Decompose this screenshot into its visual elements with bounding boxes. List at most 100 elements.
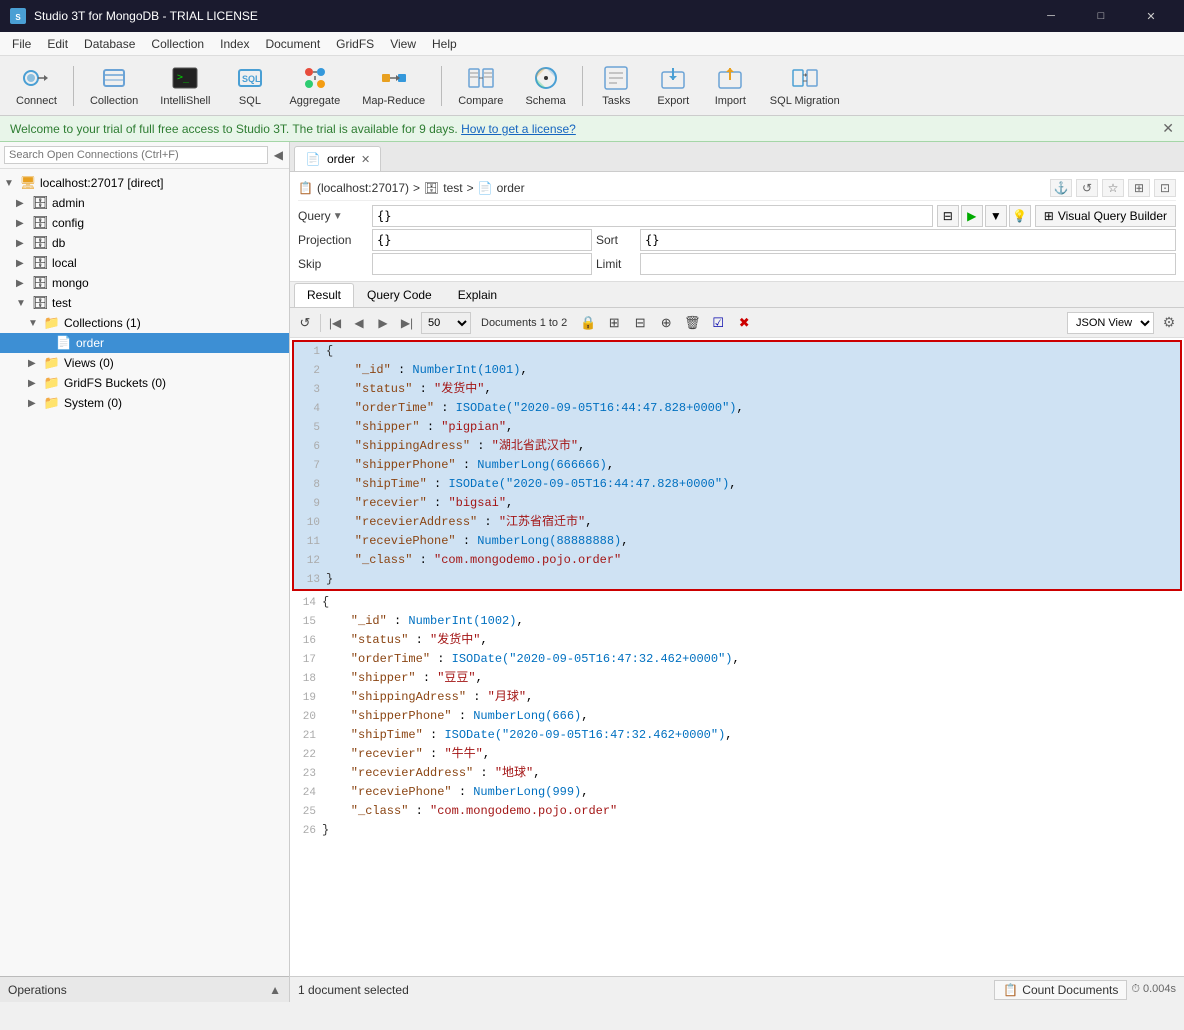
menu-help[interactable]: Help <box>424 32 465 55</box>
query-run-dropdown[interactable]: ▼ <box>985 205 1007 227</box>
tab-collection-icon: 📄 <box>305 151 321 167</box>
sidebar-item-localhost[interactable]: ▼ 🖥 localhost:27017 [direct] <box>0 173 289 193</box>
aggregate-button[interactable]: Aggregate <box>279 59 350 113</box>
projection-sort-row: Projection Sort <box>298 229 1176 251</box>
limit-label: Limit <box>596 257 636 271</box>
doc-line: 20 "shipperPhone" : NumberLong(666), <box>290 707 1184 726</box>
minimize-button[interactable]: ─ <box>1028 0 1074 32</box>
menu-edit[interactable]: Edit <box>39 32 76 55</box>
toolbar-sep-1 <box>73 66 74 106</box>
intellishell-button[interactable]: >_ IntelliShell <box>150 59 220 113</box>
close-button[interactable]: ✕ <box>1128 0 1174 32</box>
schema-button[interactable]: Schema <box>515 59 575 113</box>
compare-button[interactable]: Compare <box>448 59 513 113</box>
tab-explain[interactable]: Explain <box>445 283 510 307</box>
connect-button[interactable]: Connect <box>6 59 67 113</box>
mapreduce-button[interactable]: Map-Reduce <box>352 59 435 113</box>
trial-link[interactable]: How to get a license? <box>461 122 576 136</box>
query-actions: ⊟ ▶ ▼ 💡 <box>937 205 1031 227</box>
prev-page-button[interactable]: ◀ <box>349 312 369 334</box>
status-message: 1 document selected <box>298 983 986 997</box>
projection-input[interactable] <box>372 229 592 251</box>
maximize-button[interactable]: □ <box>1078 0 1124 32</box>
tasks-button[interactable]: Tasks <box>589 59 644 113</box>
query-input[interactable] <box>372 205 933 227</box>
query-dropdown-arrow[interactable]: ▼ <box>333 211 343 222</box>
import-button[interactable]: Import <box>703 59 758 113</box>
add-button[interactable]: ⊕ <box>655 312 677 334</box>
anchor-button[interactable]: ⚓ <box>1050 179 1072 197</box>
copy-button[interactable]: ⊞ <box>603 312 625 334</box>
trial-close-button[interactable]: ✕ <box>1162 120 1174 137</box>
breadcrumb-btn1[interactable]: ↺ <box>1076 179 1098 197</box>
sql-label: SQL <box>239 95 261 107</box>
sidebar-item-db[interactable]: ▶ 🗄 db <box>0 233 289 253</box>
settings-button[interactable]: ⚙ <box>1158 312 1180 334</box>
tab-order[interactable]: 📄 order ✕ <box>294 146 381 171</box>
skip-input[interactable] <box>372 253 592 275</box>
document-1-selected[interactable]: 1{ 2 "_id" : NumberInt(1001), 3 "status"… <box>292 340 1182 591</box>
trial-message: Welcome to your trial of full free acces… <box>10 122 576 136</box>
sidebar-item-test[interactable]: ▼ 🗄 test <box>0 293 289 313</box>
refresh-button[interactable]: ↺ <box>294 312 316 334</box>
visual-query-builder-button[interactable]: ⊞ Visual Query Builder <box>1035 205 1176 227</box>
menu-view[interactable]: View <box>382 32 424 55</box>
operations-toggle[interactable]: ▲ <box>269 983 281 997</box>
close-view-button[interactable]: ✖ <box>733 312 755 334</box>
paste-button[interactable]: ⊟ <box>629 312 651 334</box>
sidebar: ◀ ▼ 🖥 localhost:27017 [direct] ▶ 🗄 admin… <box>0 142 290 1002</box>
menu-database[interactable]: Database <box>76 32 143 55</box>
query-hint-button[interactable]: 💡 <box>1009 205 1031 227</box>
tab-query-code[interactable]: Query Code <box>354 283 445 307</box>
export-button[interactable]: Export <box>646 59 701 113</box>
menu-file[interactable]: File <box>4 32 39 55</box>
breadcrumb-btn4[interactable]: ⊡ <box>1154 179 1176 197</box>
collection-button[interactable]: Collection <box>80 59 148 113</box>
test-label: test <box>52 296 71 310</box>
sqlmigration-button[interactable]: SQL Migration <box>760 59 850 113</box>
skip-limit-row: Skip Limit <box>298 253 1176 275</box>
check-button[interactable]: ☑ <box>707 312 729 334</box>
sidebar-item-order[interactable]: 📄 order <box>0 333 289 353</box>
menu-index[interactable]: Index <box>212 32 257 55</box>
lock-button[interactable]: 🔒 <box>577 312 599 334</box>
sidebar-collapse-button[interactable]: ◀ <box>272 146 285 164</box>
tab-result[interactable]: Result <box>294 283 354 307</box>
sidebar-item-admin[interactable]: ▶ 🗄 admin <box>0 193 289 213</box>
next-page-button[interactable]: ▶ <box>373 312 393 334</box>
sidebar-item-system[interactable]: ▶ 📁 System (0) <box>0 393 289 413</box>
menu-gridfs[interactable]: GridFS <box>328 32 382 55</box>
sidebar-item-views[interactable]: ▶ 📁 Views (0) <box>0 353 289 373</box>
search-box: ◀ <box>0 142 289 169</box>
breadcrumb-btn3[interactable]: ⊞ <box>1128 179 1150 197</box>
sidebar-item-local[interactable]: ▶ 🗄 local <box>0 253 289 273</box>
sidebar-item-config[interactable]: ▶ 🗄 config <box>0 213 289 233</box>
search-input[interactable] <box>4 146 268 164</box>
page-size-select[interactable]: 50 100 200 <box>421 312 471 334</box>
first-page-button[interactable]: |◀ <box>325 312 345 334</box>
tasks-label: Tasks <box>602 95 630 107</box>
tab-close-button[interactable]: ✕ <box>361 153 370 166</box>
limit-input[interactable] <box>640 253 1176 275</box>
sort-input[interactable] <box>640 229 1176 251</box>
sidebar-item-gridfs[interactable]: ▶ 📁 GridFS Buckets (0) <box>0 373 289 393</box>
query-options-button[interactable]: ⊟ <box>937 205 959 227</box>
last-page-button[interactable]: ▶| <box>397 312 417 334</box>
sidebar-item-collections[interactable]: ▼ 📁 Collections (1) <box>0 313 289 333</box>
breadcrumb-icon: 📋 <box>298 181 313 195</box>
mapreduce-icon <box>380 64 408 92</box>
menu-collection[interactable]: Collection <box>143 32 212 55</box>
menu-document[interactable]: Document <box>257 32 328 55</box>
app-title: Studio 3T for MongoDB - TRIAL LICENSE <box>34 9 1020 23</box>
doc-line: 1{ <box>294 342 1180 361</box>
document-2[interactable]: 14{ 15 "_id" : NumberInt(1002), 16 "stat… <box>290 593 1184 840</box>
count-documents-button[interactable]: 📋 Count Documents <box>994 980 1127 1000</box>
breadcrumb-btn2[interactable]: ☆ <box>1102 179 1124 197</box>
doc-line: 21 "shipTime" : ISODate("2020-09-05T16:4… <box>290 726 1184 745</box>
sidebar-item-mongo[interactable]: ▶ 🗄 mongo <box>0 273 289 293</box>
app-icon: S <box>10 8 26 24</box>
sql-button[interactable]: SQL SQL <box>222 59 277 113</box>
query-run-button[interactable]: ▶ <box>961 205 983 227</box>
view-select[interactable]: JSON View Table View Tree View <box>1067 312 1154 334</box>
delete-button[interactable]: 🗑 <box>681 312 703 334</box>
